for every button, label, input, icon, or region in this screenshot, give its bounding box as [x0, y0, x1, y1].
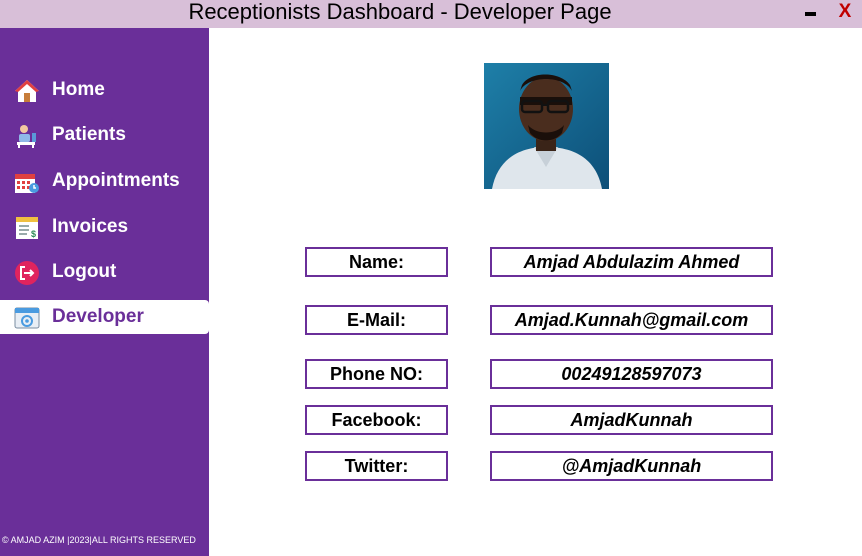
- patients-icon: [17, 125, 36, 148]
- sidebar: Home Patients Appointments $ Invoices Lo…: [0, 28, 209, 556]
- sidebar-item-patients[interactable]: Patients: [0, 118, 209, 152]
- minimize-button[interactable]: [800, 0, 822, 28]
- sidebar-item-label: Invoices: [52, 216, 129, 237]
- sidebar-item-logout[interactable]: Logout: [0, 255, 209, 289]
- sidebar-item-label: Logout: [52, 261, 117, 282]
- window-title: Receptionists Dashboard - Developer Page: [188, 0, 612, 24]
- name-value: Amjad Abdulazim Ahmed: [490, 247, 773, 277]
- logout-icon: [15, 261, 39, 285]
- phone-value: 00249128597073: [490, 359, 773, 389]
- calendar-icon: [15, 174, 39, 193]
- sidebar-item-label: Patients: [52, 124, 126, 145]
- name-label: Name:: [305, 247, 448, 277]
- svg-text:$: $: [31, 229, 36, 239]
- developer-icon: [14, 307, 40, 329]
- sidebar-item-developer[interactable]: Developer: [0, 300, 209, 334]
- sidebar-item-label: Home: [52, 79, 105, 100]
- sidebar-item-label: Appointments: [52, 170, 180, 191]
- title-bar: Receptionists Dashboard - Developer Page…: [0, 0, 862, 28]
- sidebar-item-invoices[interactable]: $ Invoices: [0, 210, 209, 244]
- email-value: Amjad.Kunnah@gmail.com: [490, 305, 773, 335]
- home-icon: [15, 80, 39, 102]
- invoice-icon: $: [16, 217, 38, 239]
- sidebar-item-home[interactable]: Home: [0, 73, 209, 107]
- developer-photo: [484, 63, 609, 189]
- sidebar-item-appointments[interactable]: Appointments: [0, 164, 209, 198]
- twitter-value: @AmjadKunnah: [490, 451, 773, 481]
- facebook-value: AmjadKunnah: [490, 405, 773, 435]
- twitter-label: Twitter:: [305, 451, 448, 481]
- close-button[interactable]: X: [834, 0, 856, 24]
- copyright-footer: © AMJAD AZIM |2023|ALL RIGHTS RESERVED: [2, 535, 196, 545]
- sidebar-item-label: Developer: [52, 306, 144, 327]
- email-label: E-Mail:: [305, 305, 448, 335]
- phone-label: Phone NO:: [305, 359, 448, 389]
- facebook-label: Facebook:: [305, 405, 448, 435]
